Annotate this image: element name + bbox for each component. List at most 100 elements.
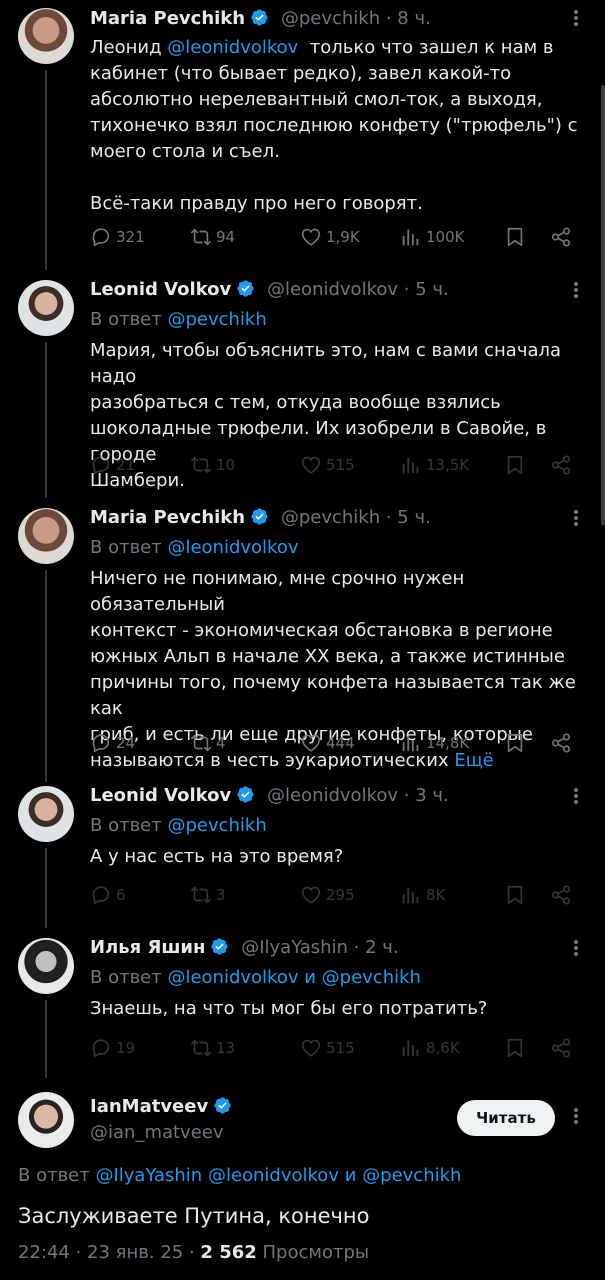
bookmark-button[interactable] [504, 881, 526, 909]
avatar[interactable] [18, 786, 74, 842]
author-handle[interactable]: @ian_matveev [90, 1120, 224, 1146]
like-button[interactable]: 1,9K [300, 223, 360, 251]
tweet[interactable]: Maria Pevchikh @pevchikh · 5 ч. В ответ … [0, 504, 605, 782]
like-button[interactable]: 515 [300, 1034, 355, 1062]
like-button[interactable]: 444 [300, 729, 355, 757]
timestamp[interactable]: 3 ч. [415, 785, 449, 806]
mention-link[interactable]: @pevchikh [322, 967, 421, 988]
thread-view: Maria Pevchikh @pevchikh · 8 ч. Леонид @… [0, 0, 605, 1280]
mention-link[interactable]: @IlyaYashin [95, 1165, 202, 1186]
avatar[interactable] [18, 1092, 74, 1148]
bookmark-button[interactable] [504, 223, 526, 251]
repost-button[interactable]: 3 [190, 881, 226, 909]
timestamp[interactable]: 2 ч. [365, 937, 399, 958]
author-handle[interactable]: @leonidvolkov [267, 279, 398, 300]
share-button[interactable] [550, 451, 572, 479]
bookmark-icon [504, 226, 526, 248]
follow-button[interactable]: Читать [457, 1100, 555, 1136]
views-button[interactable]: 14,8K [400, 729, 469, 757]
views-icon [400, 1037, 422, 1059]
like-count: 515 [326, 1039, 355, 1057]
bookmark-button[interactable] [504, 1034, 526, 1062]
mention-link[interactable]: @pevchikh [167, 309, 266, 330]
reply-button[interactable]: 19 [90, 1034, 135, 1062]
bookmark-button[interactable] [504, 729, 526, 757]
repost-count: 3 [216, 886, 226, 904]
reply-button[interactable]: 6 [90, 881, 126, 909]
separator: · [69, 1242, 88, 1263]
mention-link[interactable]: @leonidvolkov [208, 1165, 339, 1186]
bookmark-button[interactable] [504, 451, 526, 479]
share-button[interactable] [550, 729, 572, 757]
mention-link[interactable]: @leonidvolkov [167, 37, 298, 58]
bookmark-icon [504, 1037, 526, 1059]
reply-prefix: В ответ [90, 967, 168, 988]
tweet[interactable]: Maria Pevchikh @pevchikh · 8 ч. Леонид @… [0, 0, 605, 270]
views-button[interactable]: 8K [400, 881, 445, 909]
date[interactable]: 23 янв. 25 [87, 1242, 183, 1263]
tweet[interactable]: Leonid Volkov @leonidvolkov · 5 ч. В отв… [0, 276, 605, 498]
repost-button[interactable]: 13 [190, 1034, 235, 1062]
share-button[interactable] [550, 223, 572, 251]
like-icon [300, 884, 322, 906]
like-count: 295 [326, 886, 355, 904]
author-name[interactable]: Leonid Volkov [90, 785, 231, 806]
author-name[interactable]: Maria Pevchikh [90, 507, 245, 528]
tweet[interactable]: Илья Яшин @IlyaYashin · 2 ч. В ответ @le… [0, 934, 605, 1078]
more-icon[interactable] [569, 280, 583, 302]
mention-link[interactable]: @pevchikh [167, 815, 266, 836]
timestamp[interactable]: 5 ч. [415, 279, 449, 300]
more-icon[interactable] [569, 786, 583, 808]
share-button[interactable] [550, 881, 572, 909]
share-icon [550, 454, 572, 476]
timestamp[interactable]: 22:44 [18, 1242, 70, 1263]
more-icon[interactable] [569, 508, 583, 530]
timestamp[interactable]: 8 ч. [397, 8, 431, 29]
scrollbar[interactable] [601, 85, 605, 525]
verified-icon [250, 8, 269, 27]
more-icon[interactable] [569, 8, 583, 30]
more-icon[interactable] [569, 938, 583, 960]
views-button[interactable]: 100K [400, 223, 464, 251]
more-icon[interactable] [569, 1106, 583, 1128]
reply-prefix: В ответ [90, 537, 168, 558]
avatar[interactable] [18, 508, 74, 564]
tweet-header: Maria Pevchikh @pevchikh · 8 ч. [90, 6, 555, 32]
mention-link[interactable]: @leonidvolkov [167, 967, 298, 988]
author-handle[interactable]: @pevchikh [281, 507, 380, 528]
author-handle[interactable]: @pevchikh [281, 8, 380, 29]
repost-button[interactable]: 4 [190, 729, 226, 757]
like-button[interactable]: 515 [300, 451, 355, 479]
timestamp[interactable]: 5 ч. [397, 507, 431, 528]
views-button[interactable]: 13,5K [400, 451, 469, 479]
avatar[interactable] [18, 8, 74, 64]
author-handle[interactable]: @leonidvolkov [267, 785, 398, 806]
repost-button[interactable]: 10 [190, 451, 235, 479]
avatar[interactable] [18, 938, 74, 994]
like-button[interactable]: 295 [300, 881, 355, 909]
author-name[interactable]: Leonid Volkov [90, 279, 231, 300]
thread-line [45, 342, 47, 498]
separator: · [380, 507, 398, 528]
reply-button[interactable]: 321 [90, 223, 145, 251]
views-button[interactable]: 8,6K [400, 1034, 460, 1062]
verified-icon [236, 785, 255, 804]
avatar[interactable] [18, 280, 74, 336]
views-count: 100K [426, 228, 465, 246]
repost-count: 10 [216, 456, 236, 474]
author-handle[interactable]: @IlyaYashin [241, 937, 348, 958]
author-name[interactable]: Илья Яшин [90, 937, 205, 958]
reply-context: В ответ @pevchikh [90, 307, 267, 333]
reply-button[interactable]: 21 [90, 451, 135, 479]
share-button[interactable] [550, 1034, 572, 1062]
repost-button[interactable]: 94 [190, 223, 235, 251]
views-icon [400, 454, 422, 476]
bookmark-icon [504, 732, 526, 754]
mention-link[interactable]: @leonidvolkov [167, 537, 298, 558]
mention-link[interactable]: @pevchikh [362, 1165, 461, 1186]
author-name[interactable]: Maria Pevchikh [90, 8, 245, 29]
reply-button[interactable]: 24 [90, 729, 135, 757]
tweet[interactable]: Leonid Volkov @leonidvolkov · 3 ч. В отв… [0, 782, 605, 928]
author-name[interactable]: IanMatveev [90, 1096, 208, 1117]
verified-icon [250, 507, 269, 526]
